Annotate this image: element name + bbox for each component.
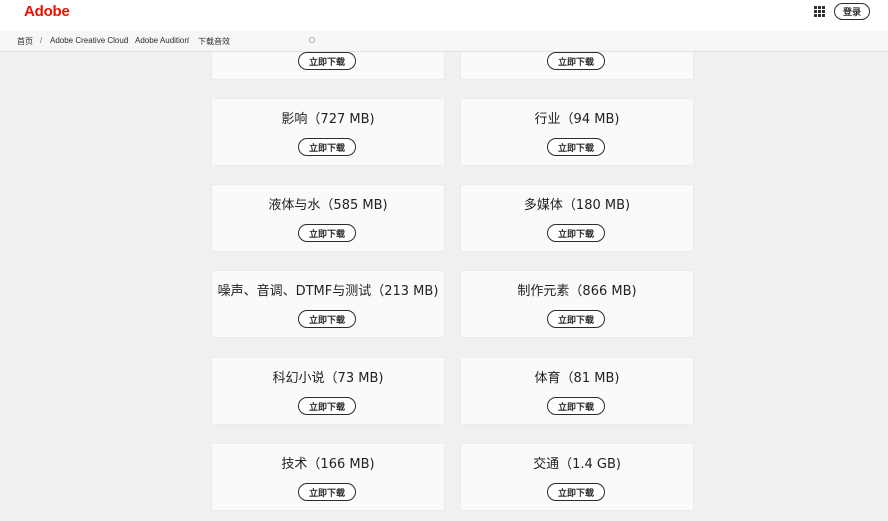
breadcrumb: 首页 / Adobe Creative Cloud / Adobe Auditi… bbox=[0, 31, 888, 52]
sound-pack-title: 行业（94 MB) bbox=[534, 112, 620, 127]
sound-pack-card: 多媒体（180 MB) 立即下载 bbox=[461, 185, 693, 251]
download-button[interactable]: 立即下载 bbox=[298, 310, 356, 328]
sound-pack-title: 技术（166 MB) bbox=[281, 457, 375, 472]
sound-pack-title: 科幻小说（73 MB) bbox=[272, 371, 384, 386]
breadcrumb-item-creative-cloud[interactable]: Adobe Creative Cloud bbox=[50, 36, 128, 45]
sound-pack-card: 体育（81 MB) 立即下载 bbox=[461, 358, 693, 424]
sound-pack-card: 噪声、音调、DTMF与测试（213 MB) 立即下载 bbox=[212, 271, 444, 337]
breadcrumb-separator: / bbox=[40, 36, 43, 45]
sound-pack-card: 液体与水（585 MB) 立即下载 bbox=[212, 185, 444, 251]
breadcrumb-separator: / bbox=[187, 36, 190, 45]
download-button[interactable]: 立即下载 bbox=[547, 397, 605, 415]
sound-pack-title: 影响（727 MB) bbox=[281, 112, 375, 127]
download-button[interactable]: 立即下载 bbox=[547, 483, 605, 501]
sound-pack-card: 行业（94 MB) 立即下载 bbox=[461, 99, 693, 165]
sound-pack-title: 液体与水（585 MB) bbox=[268, 198, 388, 213]
download-button[interactable]: 立即下载 bbox=[298, 483, 356, 501]
download-button[interactable]: 立即下载 bbox=[547, 310, 605, 328]
download-button[interactable]: 立即下载 bbox=[547, 52, 605, 70]
adobe-logo[interactable]: Adobe bbox=[24, 3, 70, 20]
sound-pack-title: 制作元素（866 MB) bbox=[517, 284, 637, 299]
sound-pack-card: 制作元素（866 MB) 立即下载 bbox=[461, 271, 693, 337]
download-button[interactable]: 立即下载 bbox=[547, 224, 605, 242]
breadcrumb-item-home[interactable]: 首页 bbox=[17, 36, 33, 47]
sound-pack-card: 交通（1.4 GB) 立即下载 bbox=[461, 444, 693, 510]
download-button[interactable]: 立即下载 bbox=[298, 138, 356, 156]
sound-pack-card: 科幻小说（73 MB) 立即下载 bbox=[212, 358, 444, 424]
breadcrumb-item-audition[interactable]: Adobe Audition bbox=[135, 36, 189, 45]
sign-in-button[interactable]: 登录 bbox=[834, 3, 870, 20]
download-button[interactable]: 立即下载 bbox=[298, 52, 356, 70]
download-button[interactable]: 立即下载 bbox=[547, 138, 605, 156]
sound-pack-title: 交通（1.4 GB) bbox=[533, 457, 621, 472]
sound-pack-card: 影响（727 MB) 立即下载 bbox=[212, 99, 444, 165]
search-icon bbox=[309, 37, 315, 43]
download-button[interactable]: 立即下载 bbox=[298, 397, 356, 415]
sound-pack-title: 噪声、音调、DTMF与测试（213 MB) bbox=[217, 284, 439, 299]
global-nav: Adobe 登录 bbox=[0, 0, 888, 31]
sound-pack-title: 多媒体（180 MB) bbox=[523, 198, 631, 213]
sound-pack-card: 技术（166 MB) 立即下载 bbox=[212, 444, 444, 510]
download-button[interactable]: 立即下载 bbox=[298, 224, 356, 242]
sound-pack-title: 体育（81 MB) bbox=[534, 371, 620, 386]
breadcrumb-separator: / bbox=[124, 36, 127, 45]
apps-grid-icon[interactable] bbox=[814, 6, 825, 17]
breadcrumb-item-current: 下载音效 bbox=[198, 37, 230, 46]
